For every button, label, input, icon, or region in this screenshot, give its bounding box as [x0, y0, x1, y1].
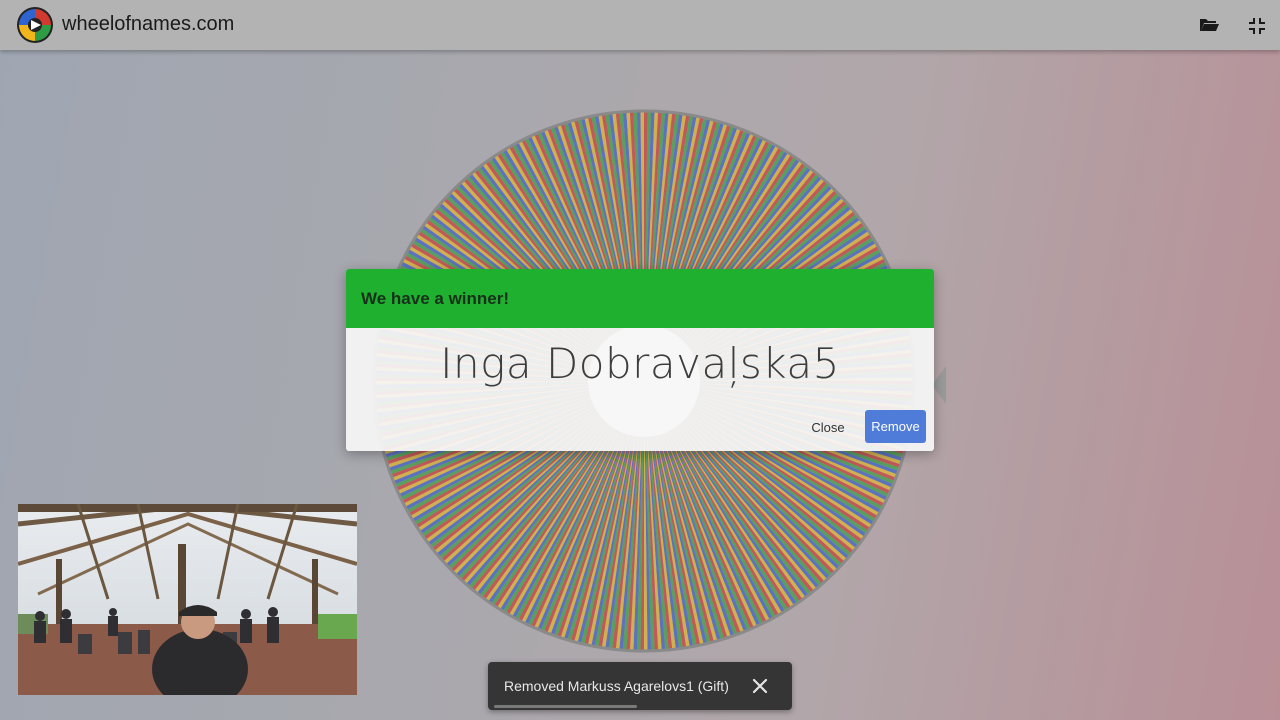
toast-progress-bar [494, 705, 637, 708]
fullscreen-exit-icon[interactable] [1244, 13, 1268, 37]
winner-name: Inga Dobravaļska5 [440, 339, 840, 388]
webcam-image [18, 504, 357, 695]
winner-dialog: We have a winner! Inga Dobravaļska5 Clos… [346, 269, 934, 451]
top-bar: wheelofnames.com [0, 0, 1280, 50]
close-button[interactable]: Close [802, 411, 854, 443]
wheel-logo-icon[interactable] [16, 6, 54, 44]
close-icon[interactable] [750, 676, 770, 696]
webcam-video [18, 504, 357, 695]
snackbar-toast: Removed Markuss Agarelovs1 (Gift) [488, 662, 792, 710]
site-name[interactable]: wheelofnames.com [62, 13, 234, 36]
toast-message: Removed Markuss Agarelovs1 (Gift) [504, 678, 729, 694]
dialog-header: We have a winner! [346, 269, 934, 328]
folder-open-icon[interactable] [1197, 13, 1221, 37]
remove-button[interactable]: Remove [865, 410, 926, 443]
wheel-pointer-icon [932, 366, 946, 404]
